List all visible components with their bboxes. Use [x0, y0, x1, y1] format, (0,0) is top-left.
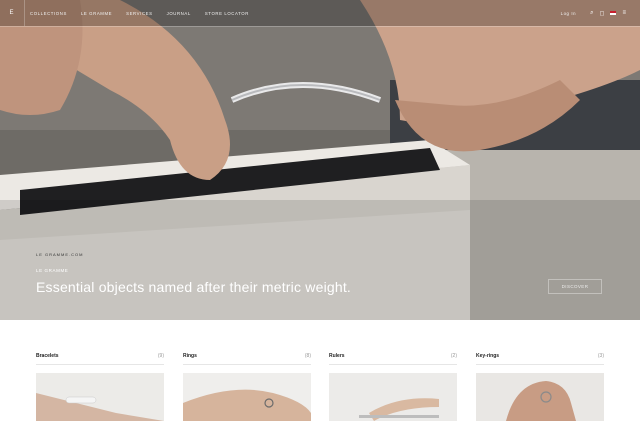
category-card-rings[interactable]: Rings (8)	[183, 352, 311, 421]
hero-photo: LE GRAMME.COM	[0, 0, 640, 320]
logo[interactable]: E	[0, 0, 25, 26]
nav-links: Collections Le Gramme Services Journal S…	[30, 0, 263, 26]
category-count: (3)	[597, 353, 604, 359]
nav-link-le-gramme[interactable]: Le Gramme	[81, 11, 112, 16]
category-grid: Bracelets (9) Rings (8) Rulers (2) Key-r…	[36, 352, 605, 421]
top-nav: E Collections Le Gramme Services Journal…	[0, 0, 640, 27]
category-title: Key-rings	[476, 353, 500, 359]
category-image[interactable]	[183, 373, 311, 421]
category-count: (2)	[450, 353, 457, 359]
category-title: Rings	[183, 353, 197, 359]
category-header: Rings (8)	[183, 352, 311, 365]
nav-link-store-locator[interactable]: Store Locator	[205, 11, 249, 16]
category-image[interactable]	[36, 373, 164, 421]
category-title: Bracelets	[36, 353, 59, 359]
category-title: Rulers	[329, 353, 345, 359]
hero-headline: Essential objects named after their metr…	[36, 279, 352, 295]
hero-eyebrow: Le Gramme	[36, 268, 69, 273]
category-count: (8)	[304, 353, 311, 359]
logo-mark: E	[9, 10, 15, 16]
menu-icon[interactable]: ≡	[622, 10, 626, 16]
category-image[interactable]	[476, 373, 604, 421]
login-link[interactable]: Log In	[561, 11, 577, 16]
category-card-key-rings[interactable]: Key-rings (3)	[476, 352, 604, 421]
category-header: Bracelets (9)	[36, 352, 164, 365]
category-card-bracelets[interactable]: Bracelets (9)	[36, 352, 164, 421]
hero-banner[interactable]: LE GRAMME.COM E Collections Le Gramme Se…	[0, 0, 640, 320]
nav-actions: Log In ⌕ ◻ ≡	[561, 0, 626, 26]
cart-icon[interactable]: ◻	[600, 10, 605, 17]
category-count: (9)	[157, 353, 164, 359]
category-card-rulers[interactable]: Rulers (2)	[329, 352, 457, 421]
nav-link-journal[interactable]: Journal	[167, 11, 191, 16]
discover-button[interactable]: Discover	[548, 279, 602, 294]
nav-link-services[interactable]: Services	[126, 11, 152, 16]
category-image[interactable]	[329, 373, 457, 421]
category-header: Key-rings (3)	[476, 352, 604, 365]
flag-icon[interactable]	[610, 11, 617, 15]
category-header: Rulers (2)	[329, 352, 457, 365]
nav-link-collections[interactable]: Collections	[30, 11, 67, 16]
search-icon[interactable]: ⌕	[590, 10, 593, 17]
